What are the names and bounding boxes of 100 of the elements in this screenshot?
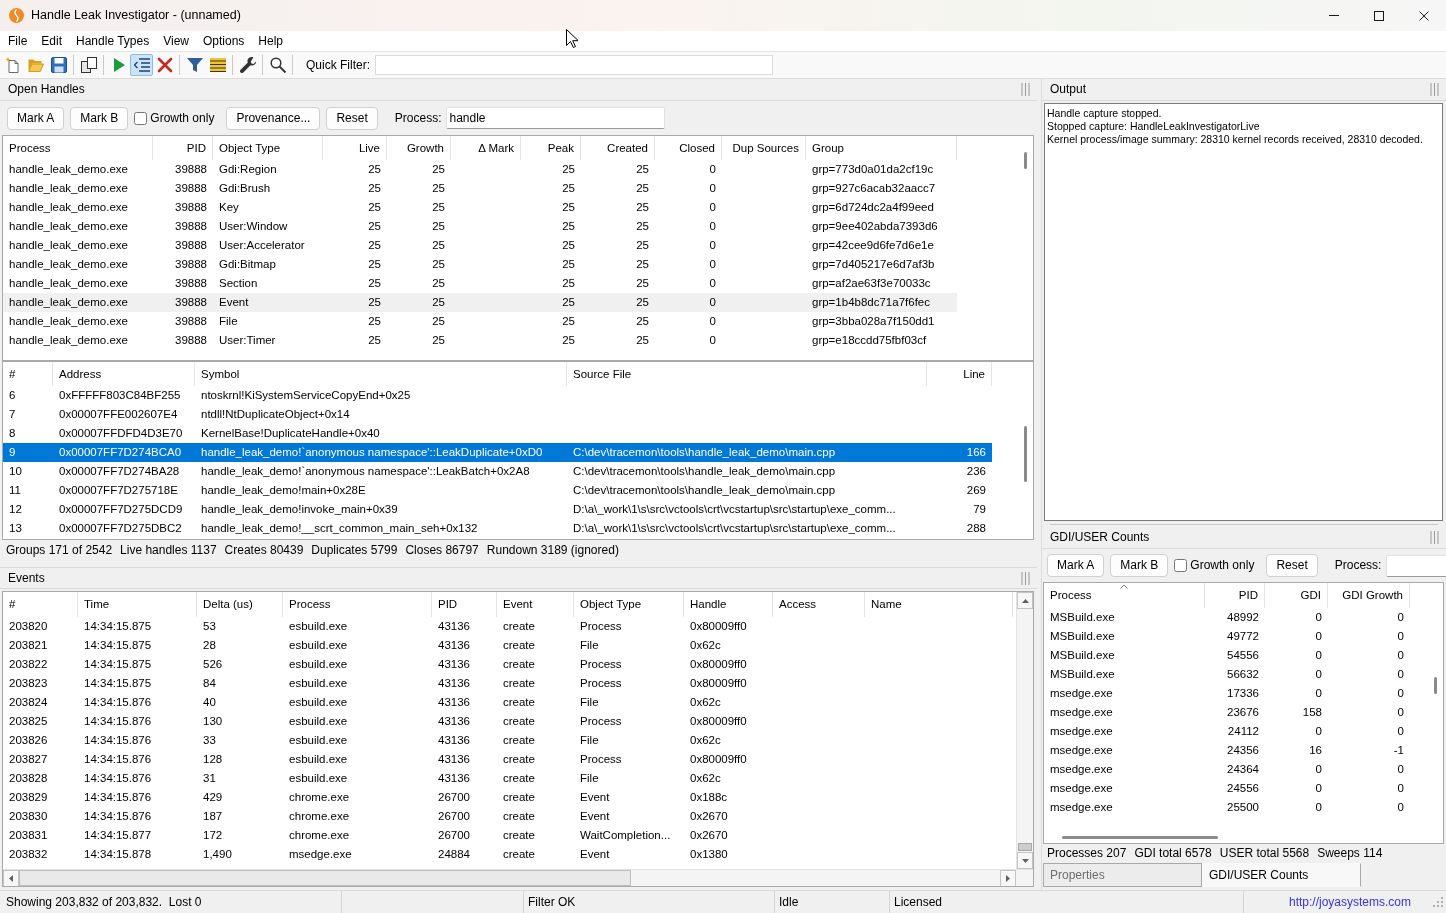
table-row[interactable]: 6 0xFFFFF803C84BF255 ntoskrnl!KiSystemServiceCopyEnd+0x25 — [3, 386, 992, 405]
table-row[interactable]: handle_leak_demo.exe 39888 Key 25 25 25 25 0 grp=6d724dc2a4f99eed — [3, 198, 957, 217]
column-header[interactable]: Δ Mark — [451, 136, 521, 160]
table-cell-text: 24356 — [1226, 743, 1260, 758]
panel-tab[interactable]: Properties — [1043, 863, 1202, 887]
column-header[interactable]: Source File — [567, 362, 927, 386]
column-header[interactable]: Dup Sources — [722, 136, 806, 160]
checkbox[interactable] — [1174, 559, 1188, 572]
table-row[interactable]: handle_leak_demo.exe 39888 Gdi:Region 25 25 25 25 0 grp=773d0a01da2cf19c — [3, 160, 957, 179]
checkbox[interactable] — [134, 111, 148, 125]
table-row[interactable]: 11 0x00007FF7D275718E handle_leak_demo!main+0x28E C:\dev\tracemon\tools\handle_leak_demo\main.cpp 269 — [3, 481, 992, 500]
scroll-down-button[interactable] — [1017, 852, 1033, 869]
scroll-thumb[interactable] — [1018, 843, 1032, 851]
scroll-thumb[interactable] — [19, 870, 631, 886]
table-row[interactable]: handle_leak_demo.exe 39888 Gdi:Bitmap 25 25 25 25 0 grp=7d405217e6d7af3b — [3, 255, 957, 274]
table-cell-text: C:\dev\tracemon\tools\handle_leak_demo\main.cpp — [572, 445, 837, 460]
scroll-thumb[interactable] — [1062, 835, 1218, 839]
column-header[interactable]: Object Type — [213, 136, 323, 160]
quick-filter-field[interactable] — [375, 55, 773, 75]
table-cell-text: grp=9ee402abda7393d6 — [811, 219, 939, 234]
table-row[interactable]: handle_leak_demo.exe 39888 User:Timer 25 25 25 25 0 grp=e18ccdd75fbf03cf — [3, 331, 957, 350]
scroll-up-button[interactable] — [1017, 592, 1033, 609]
scroll-thumb[interactable] — [1434, 677, 1437, 694]
action-button[interactable]: Mark B — [70, 106, 129, 130]
table-row[interactable]: 13 0x00007FF7D275DBC2 handle_leak_demo!__scrt_common_main_seh+0x132 D:\a\_work\1\s\src\vctools\crt\vcstartup\src\startup\exe_comm... 288 — [3, 519, 992, 538]
column-header[interactable]: Peak — [521, 136, 581, 160]
column-header[interactable]: Handle — [684, 592, 773, 617]
table-cell-text: File — [218, 314, 239, 329]
menu-item[interactable]: Handle Types — [69, 31, 157, 51]
action-button[interactable]: Mark A — [7, 106, 65, 130]
menu-item[interactable]: File — [1, 31, 35, 51]
column-header[interactable]: PID — [1205, 583, 1265, 608]
scroll-thumb[interactable] — [1024, 426, 1027, 482]
column-header[interactable]: Access — [773, 592, 865, 617]
menu-item[interactable]: Edit — [34, 31, 70, 51]
table-cell-text: 25 — [431, 276, 446, 291]
column-header[interactable]: Growth — [387, 136, 451, 160]
table-cell-text: 25 — [561, 257, 576, 272]
action-button[interactable]: Mark B — [1110, 554, 1169, 577]
table-cell-text: 0 — [1396, 667, 1405, 682]
column-header[interactable]: Name — [865, 592, 1013, 617]
table-row[interactable]: 8 0x00007FFDFD4D3E70 KernelBase!DuplicateHandle+0x40 — [3, 424, 992, 443]
scroll-left-button[interactable] — [3, 870, 19, 886]
close-icon — [1418, 10, 1429, 21]
column-header[interactable]: Time — [78, 592, 197, 617]
action-button[interactable]: Provenance... — [226, 106, 321, 130]
text-field[interactable] — [1386, 554, 1446, 577]
table-row[interactable]: 10 0x00007FF7D274BA28 handle_leak_demo!`anonymous namespace'::LeakBatch+0x2A8 C:\dev\tracemon\tools\handle_leak_demo\main.cpp 236 — [3, 462, 992, 481]
column-header[interactable]: Line — [927, 362, 992, 386]
table-cell-text: 25 — [635, 257, 650, 272]
column-header[interactable]: Object Type — [574, 592, 684, 617]
column-header[interactable]: Process — [3, 136, 153, 160]
column-header[interactable]: Symbol — [195, 362, 567, 386]
action-button[interactable]: Mark A — [1047, 554, 1105, 577]
table-cell-text: 14:34:15.876 — [83, 790, 153, 805]
column-header[interactable]: Address — [53, 362, 195, 386]
action-button[interactable]: Reset — [326, 106, 378, 130]
column-header[interactable]: PID — [432, 592, 497, 617]
column-header[interactable]: GDI Growth — [1328, 583, 1410, 608]
column-header[interactable]: PID — [153, 136, 213, 160]
menu-item[interactable]: Options — [196, 31, 252, 51]
table-row[interactable]: handle_leak_demo.exe 39888 File 25 25 25 25 0 grp=3bba028a7f150dd1 — [3, 312, 957, 331]
column-header[interactable]: # — [3, 592, 78, 617]
column-header[interactable]: Group — [806, 136, 957, 160]
table-row[interactable]: 9 0x00007FF7D274BCA0 handle_leak_demo!`anonymous namespace'::LeakDuplicate+0xD0 C:\dev\tracemon\tools\handle_leak_demo\main.cpp 166 — [3, 443, 992, 462]
table-cell-text: MSBuild.exe — [1049, 629, 1116, 644]
field-label: Process: — [394, 110, 442, 126]
panel-tab[interactable]: GDI/USER Counts — [1202, 863, 1361, 887]
column-header[interactable]: Event — [497, 592, 574, 617]
table-cell-text: 25 — [635, 219, 650, 234]
website-link[interactable]: http://joyasystems.com — [1288, 894, 1411, 910]
action-button[interactable]: Reset — [1266, 554, 1318, 577]
table-row[interactable]: 12 0x00007FF7D275DCD9 handle_leak_demo!invoke_main+0x39 D:\a\_work\1\s\src\vctools\crt\vcstartup\src\startup\exe_comm... 79 — [3, 500, 992, 519]
column-header[interactable]: Process — [283, 592, 432, 617]
menu-item[interactable]: View — [156, 31, 196, 51]
table-cell-text: msedge.exe — [1049, 781, 1114, 796]
table-cell-text: 25 — [561, 295, 576, 310]
table-cell-text: create — [502, 695, 536, 710]
menu-item[interactable]: Help — [251, 31, 291, 51]
table-row[interactable]: handle_leak_demo.exe 39888 User:Window 25 25 25 25 0 grp=9ee402abda7393d6 — [3, 217, 957, 236]
column-header[interactable]: Delta (us) — [197, 592, 283, 617]
table-cell-text: 0 — [1396, 762, 1405, 777]
column-header[interactable]: Live — [323, 136, 387, 160]
table-cell-text: create — [502, 638, 536, 653]
table-row[interactable]: handle_leak_demo.exe 39888 Event 25 25 25 25 0 grp=1b4b8dc71a7f6fec — [3, 293, 957, 312]
column-header[interactable]: GDI — [1265, 583, 1328, 608]
scroll-thumb[interactable] — [1024, 152, 1027, 169]
scroll-right-button[interactable] — [1000, 870, 1016, 886]
panel-title: GDI/USER Counts — [1050, 530, 1150, 545]
table-cell-text: 0 — [1396, 781, 1405, 796]
table-row[interactable]: handle_leak_demo.exe 39888 Section 25 25 25 25 0 grp=af2ae63f3e70033c — [3, 274, 957, 293]
column-header[interactable]: Process — [1044, 583, 1205, 608]
column-header[interactable]: Closed — [655, 136, 722, 160]
table-row[interactable]: 7 0x00007FFE002607E4 ntdll!NtDuplicateObject+0x14 — [3, 405, 992, 424]
table-row[interactable]: handle_leak_demo.exe 39888 Gdi:Brush 25 25 25 25 0 grp=927c6acab32aacc7 — [3, 179, 957, 198]
column-header[interactable]: # — [3, 362, 53, 386]
text-field[interactable]: handle — [446, 107, 666, 129]
table-row[interactable]: handle_leak_demo.exe 39888 User:Accelerator 25 25 25 25 0 grp=42cee9d6fe7d6e1e — [3, 236, 957, 255]
column-header[interactable]: Created — [581, 136, 655, 160]
table-cell-text: 14:34:15.876 — [83, 752, 153, 767]
